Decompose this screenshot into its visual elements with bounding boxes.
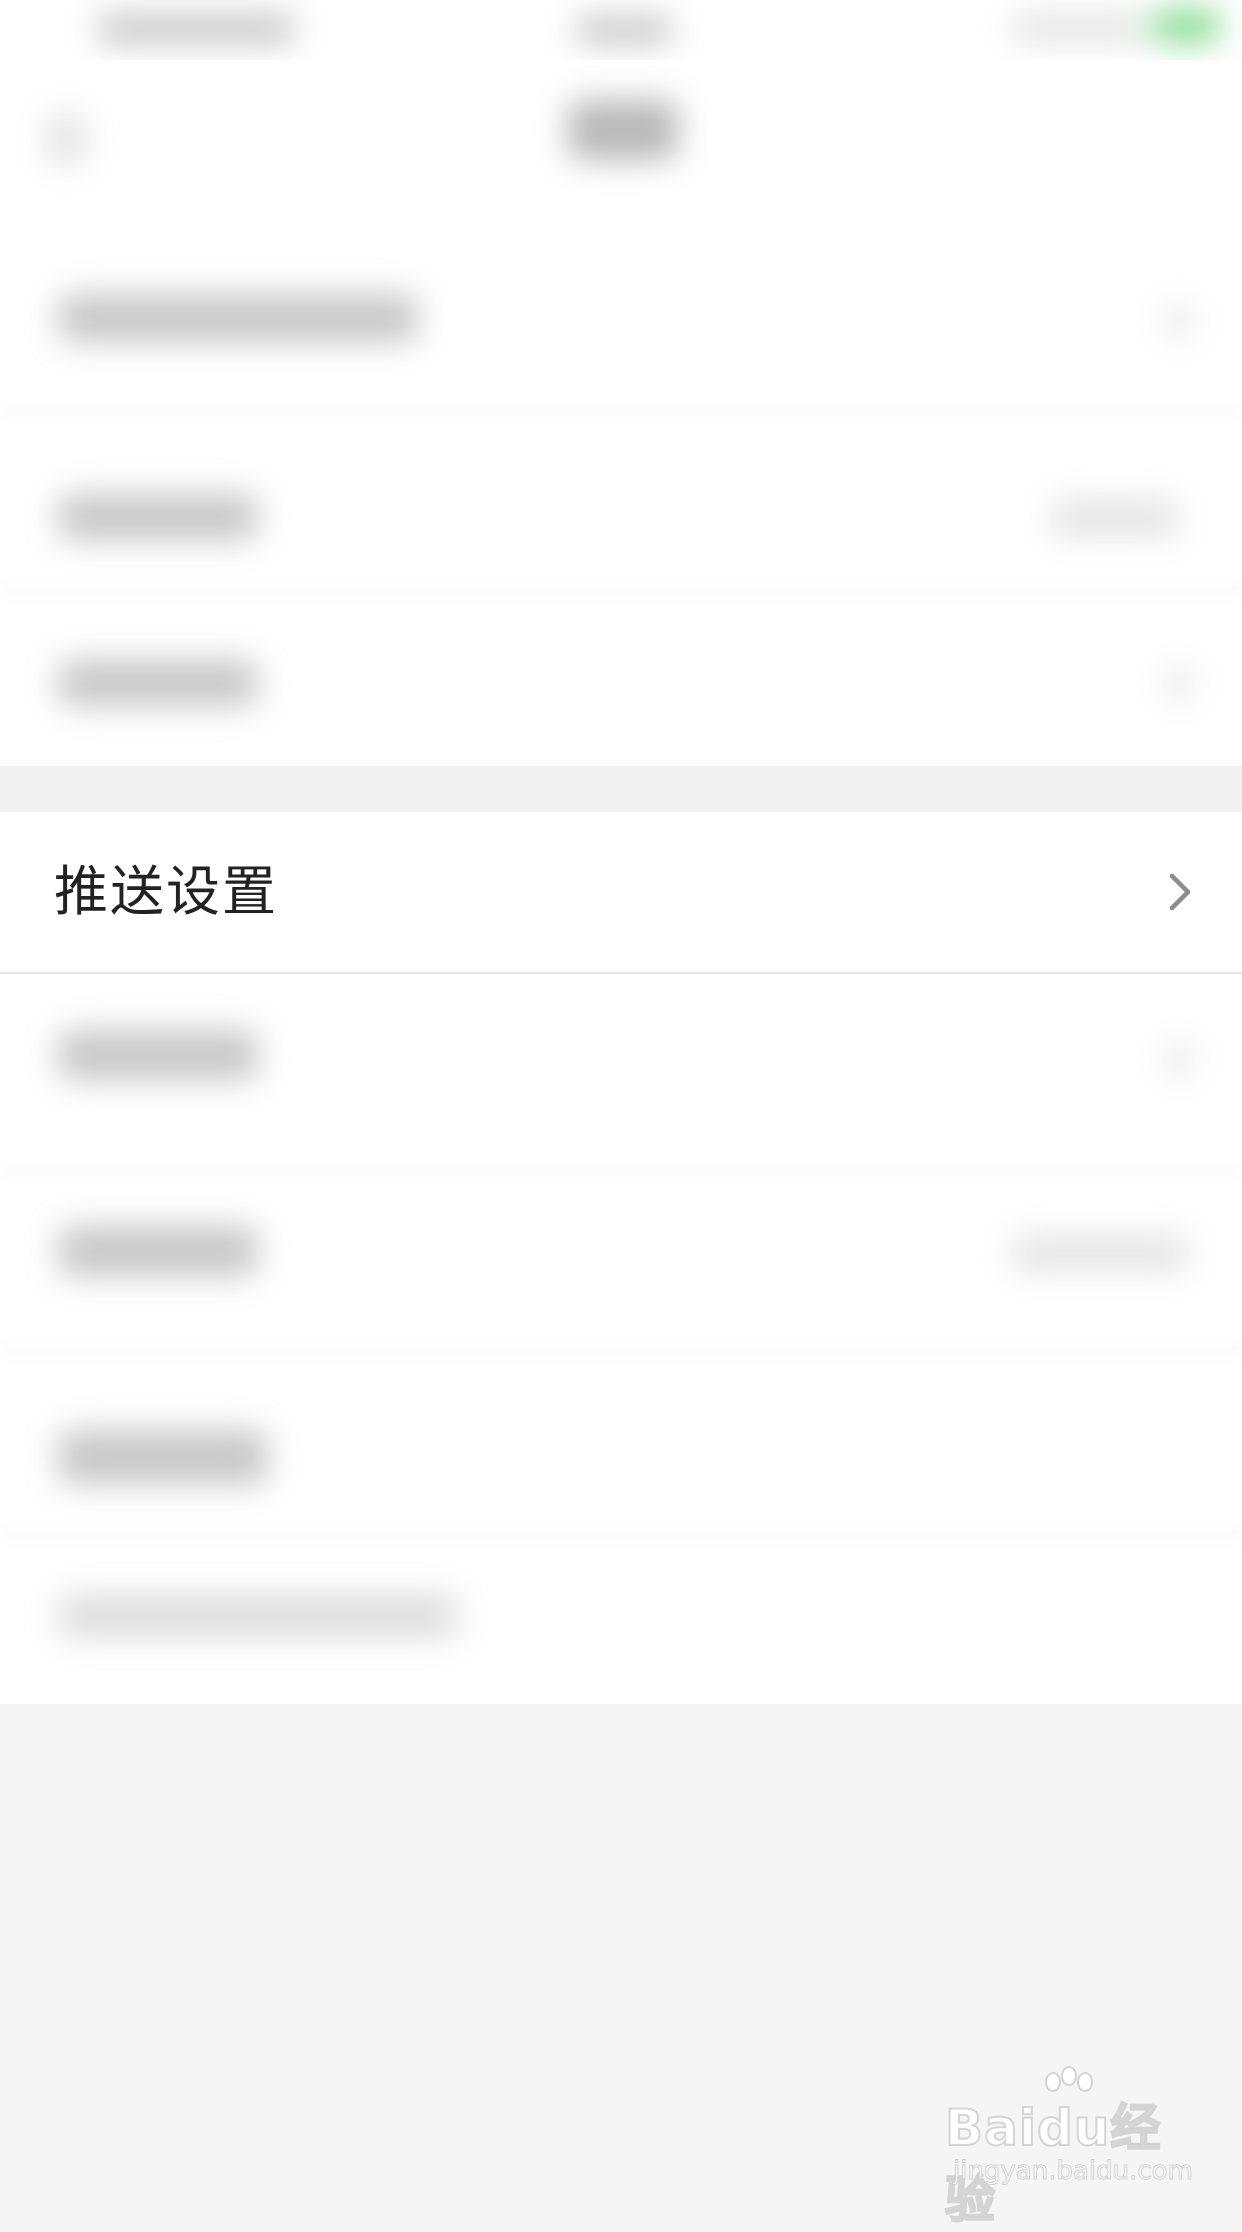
row-divider — [0, 590, 1242, 592]
settings-row-3-chevron-blur — [1166, 668, 1192, 698]
settings-row-4-chevron-blur — [1166, 1044, 1192, 1074]
back-button[interactable] — [46, 114, 86, 164]
settings-row-4-label-blur[interactable] — [58, 1030, 258, 1080]
row-divider — [0, 410, 1242, 412]
settings-row-2-label-blur[interactable] — [58, 494, 258, 540]
settings-row-7-label-blur[interactable] — [58, 1594, 458, 1638]
push-settings-label: 推送设置 — [54, 860, 278, 923]
nav-bar — [0, 60, 1242, 210]
settings-row-1-chevron-blur — [1166, 306, 1192, 336]
status-carrier-blur — [96, 14, 296, 44]
row-divider — [0, 1170, 1242, 1172]
watermark-url: jingyan.baidu.com — [953, 2156, 1194, 2187]
status-time-blur — [574, 16, 674, 44]
settings-group-2 — [0, 974, 1242, 1704]
push-settings-row[interactable]: 推送设置 — [0, 812, 1242, 974]
nav-title-blur — [568, 100, 678, 160]
row-divider — [0, 1350, 1242, 1352]
screen: { "settings": { "push_settings": { "labe… — [0, 0, 1242, 2230]
settings-row-2-value-blur — [1050, 500, 1180, 536]
settings-row-3-label-blur[interactable] — [58, 660, 258, 706]
baidu-jingyan-watermark: Baidu经验 jingyan.baidu.com — [944, 2066, 1193, 2230]
chevron-right-icon — [1169, 873, 1191, 911]
settings-row-5-value-blur — [1010, 1236, 1190, 1270]
settings-row-6-label-blur[interactable] — [58, 1430, 268, 1484]
row-divider — [0, 1534, 1242, 1536]
settings-row-5-label-blur[interactable] — [58, 1226, 258, 1276]
status-bar — [0, 0, 1242, 60]
settings-group-1 — [0, 210, 1242, 766]
status-right-blur — [1010, 14, 1150, 42]
battery-icon — [1150, 8, 1222, 44]
group-separator — [0, 766, 1242, 814]
settings-row-1-label-blur[interactable] — [58, 294, 418, 342]
